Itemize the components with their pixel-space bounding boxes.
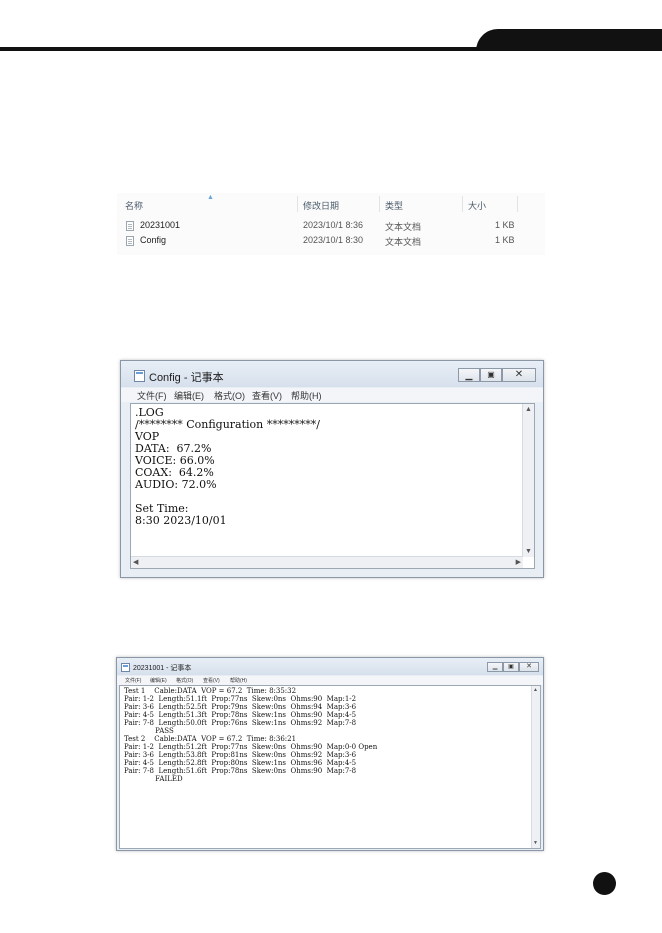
notepad-icon [121,663,130,672]
menu-format[interactable]: 格式(O) [214,389,245,402]
text-line: Pair: 3-6 Length:53.8ft Prop:81ns Skew:0… [124,751,357,759]
column-divider[interactable] [462,196,463,212]
column-type[interactable]: 类型 [385,199,403,212]
text-line: Pair: 1-2 Length:51.2ft Prop:77ns Skew:0… [124,743,378,751]
file-name: Config [140,235,167,245]
file-row[interactable]: Config 2023/10/1 8:30 文本文档 1 KB [117,235,545,249]
scroll-up-icon[interactable]: ▲ [533,688,538,693]
config-notepad-window: Config - 记事本 ▁ ▣ ✕ 文件(F) 编辑(E) 格式(O) 查看(… [120,360,544,578]
file-size: 1 KB [495,220,515,230]
file-size: 1 KB [495,235,515,245]
minimize-button[interactable]: ▁ [487,662,503,672]
vertical-scrollbar[interactable]: ▲ ▼ [522,404,534,557]
menu-bar: 文件(F) 编辑(E) 格式(O) 查看(V) 帮助(H) [117,676,543,685]
page-marker-dot [593,872,616,895]
maximize-button[interactable]: ▣ [503,662,519,672]
text-line: AUDIO: 72.0% [135,478,217,491]
text-line: FAILED [124,775,183,783]
scroll-right-icon[interactable]: ▶ [516,559,521,566]
text-file-icon [126,236,134,246]
column-modified[interactable]: 修改日期 [303,199,339,212]
menu-help[interactable]: 帮助(H) [230,677,247,684]
scroll-up-icon[interactable]: ▲ [525,406,532,413]
text-line: /******** Configuration *********/ [135,418,320,431]
horizontal-scrollbar[interactable]: ◀ ▶ [131,556,523,568]
menu-bar: 文件(F) 编辑(E) 格式(O) 查看(V) 帮助(H) [121,388,543,402]
text-line: Pair: 1-2 Length:51.1ft Prop:77ns Skew:0… [124,695,357,703]
menu-edit[interactable]: 编辑(E) [150,677,167,684]
column-divider[interactable] [379,196,380,212]
text-line: 8:30 2023/10/01 [135,514,227,527]
notepad-icon [134,370,145,382]
menu-file[interactable]: 文件(F) [125,677,141,684]
close-button[interactable]: ✕ [519,662,539,672]
text-line: Test 2 Cable:DATA VOP = 67.2 Time: 8:36:… [124,735,297,743]
column-divider[interactable] [517,196,518,212]
scroll-down-icon[interactable]: ▼ [533,841,538,846]
window-title: Config - 记事本 [149,372,224,384]
column-size[interactable]: 大小 [468,199,486,212]
text-line: Pair: 4-5 Length:51.3ft Prop:78ns Skew:1… [124,711,357,719]
file-type: 文本文档 [385,222,422,232]
file-type: 文本文档 [385,237,422,247]
column-name[interactable]: 名称 [125,199,143,212]
minimize-button[interactable]: ▁ [458,368,480,382]
text-line: Pair: 7-8 Length:51.6ft Prop:78ns Skew:0… [124,767,357,775]
close-button[interactable]: ✕ [502,368,536,382]
column-divider[interactable] [297,196,298,212]
text-editor[interactable]: Test 1 Cable:DATA VOP = 67.2 Time: 8:35:… [119,685,541,849]
menu-view[interactable]: 查看(V) [252,389,282,402]
title-bar[interactable]: 20231001 - 记事本 ▁ ▣ ✕ [117,658,543,675]
column-headers: 名称 修改日期 类型 大小 [117,196,545,213]
header-tab [476,29,662,51]
title-bar[interactable]: Config - 记事本 ▁ ▣ ✕ [121,361,543,387]
file-explorer-list: ▲ 名称 修改日期 类型 大小 20231001 2023/10/1 8:36 … [117,193,545,255]
vertical-scrollbar[interactable]: ▲ ▼ [531,686,540,848]
menu-file[interactable]: 文件(F) [137,389,167,402]
text-line: Pair: 7-8 Length:50.0ft Prop:76ns Skew:1… [124,719,357,727]
file-name: 20231001 [140,220,181,230]
file-row[interactable]: 20231001 2023/10/1 8:36 文本文档 1 KB [117,220,545,234]
text-file-icon [126,221,134,231]
text-editor[interactable]: .LOG /******** Configuration *********/ … [130,403,535,569]
file-modified: 2023/10/1 8:36 [303,220,364,230]
menu-help[interactable]: 帮助(H) [291,389,322,402]
text-line: Pair: 4-5 Length:52.8ft Prop:80ns Skew:1… [124,759,357,767]
text-line: Pair: 3-6 Length:52.5ft Prop:79ns Skew:0… [124,703,357,711]
scroll-down-icon[interactable]: ▼ [525,548,532,555]
text-line: Test 1 Cable:DATA VOP = 67.2 Time: 8:35:… [124,687,297,695]
menu-edit[interactable]: 编辑(E) [174,389,204,402]
text-line: PASS [124,727,174,735]
menu-format[interactable]: 格式(O) [176,677,193,684]
menu-view[interactable]: 查看(V) [203,677,220,684]
log-notepad-window: 20231001 - 记事本 ▁ ▣ ✕ 文件(F) 编辑(E) 格式(O) 查… [116,657,544,851]
file-modified: 2023/10/1 8:30 [303,235,364,245]
window-title: 20231001 - 记事本 [133,665,192,672]
scroll-left-icon[interactable]: ◀ [133,559,138,566]
maximize-button[interactable]: ▣ [480,368,502,382]
